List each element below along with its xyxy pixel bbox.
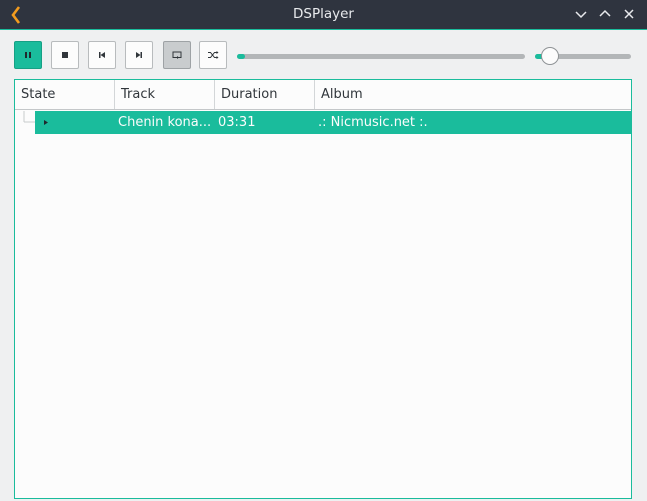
maximize-icon (599, 9, 611, 17)
tree-branch-lines (23, 111, 35, 123)
table-row[interactable]: Chenin kona... 03:31 .: Nicmusic.net :. (35, 111, 631, 134)
maximize-button[interactable] (597, 6, 613, 22)
minimize-icon (575, 11, 587, 19)
repeat-icon (172, 51, 182, 59)
title-bar: DSPlayer (0, 0, 647, 30)
minimize-button[interactable] (573, 6, 589, 22)
seek-progress-fill (237, 54, 245, 59)
column-header-track[interactable]: Track (115, 80, 215, 109)
stop-icon (62, 52, 68, 58)
now-playing-icon (44, 120, 48, 125)
volume-slider[interactable] (535, 47, 631, 65)
window-title: DSPlayer (293, 6, 354, 22)
column-header-album[interactable]: Album (315, 80, 631, 109)
seek-slider[interactable] (237, 54, 525, 59)
pause-icon (25, 52, 31, 58)
skip-previous-icon (99, 52, 105, 58)
close-icon (624, 9, 634, 19)
close-button[interactable] (621, 6, 637, 22)
previous-button[interactable] (88, 41, 116, 69)
skip-next-icon (136, 52, 142, 58)
column-header-state[interactable]: State (15, 80, 115, 109)
shuffle-button[interactable] (199, 41, 227, 69)
column-header-duration[interactable]: Duration (215, 80, 315, 109)
stop-button[interactable] (51, 41, 79, 69)
pause-button[interactable] (14, 41, 42, 69)
playlist-header: State Track Duration Album (15, 80, 631, 110)
duration-cell: 03:31 (218, 115, 256, 130)
repeat-button[interactable] (163, 41, 191, 69)
next-button[interactable] (125, 41, 153, 69)
shuffle-icon (208, 51, 219, 59)
playlist-table: State Track Duration Album Chenin kona..… (14, 79, 632, 499)
album-cell: .: Nicmusic.net :. (318, 115, 428, 130)
track-cell: Chenin kona... (118, 115, 210, 130)
